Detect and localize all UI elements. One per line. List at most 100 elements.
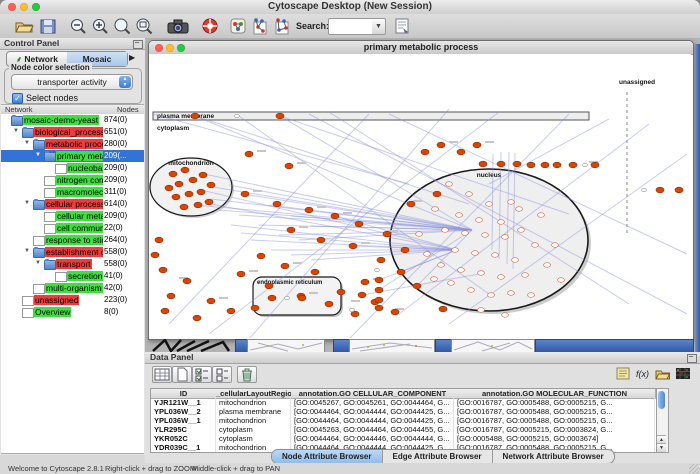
network-node-outline[interactable] xyxy=(432,207,439,212)
table-scrollbar[interactable]: ▲ ▼ xyxy=(656,388,669,453)
float-panel-icon[interactable] xyxy=(133,40,143,49)
network-node[interactable] xyxy=(377,257,385,263)
network-node-outline[interactable] xyxy=(532,243,539,248)
network-node-outline[interactable] xyxy=(424,252,431,257)
network-node-outline[interactable] xyxy=(498,220,505,225)
snapshot-camera-icon[interactable] xyxy=(166,17,190,35)
network-node[interactable] xyxy=(325,301,333,307)
network-node-outline[interactable] xyxy=(462,231,469,236)
network-node[interactable] xyxy=(207,298,215,304)
table-cell[interactable]: [GO:0016787, GO:0005488, GO:0005215, G..… xyxy=(454,407,655,416)
expander-icon[interactable]: ▼ xyxy=(24,140,30,146)
attribute-matrix-icon[interactable] xyxy=(675,367,691,380)
tree-row[interactable]: multi-organism pro42(0) xyxy=(1,282,144,294)
network-node-outline[interactable] xyxy=(448,281,455,286)
network-node[interactable] xyxy=(281,263,289,269)
table-cell[interactable]: [GO:0016787, GO:0005215, GO:0003824, G..… xyxy=(454,425,655,434)
network-node[interactable] xyxy=(351,311,359,317)
network-node-outline[interactable] xyxy=(522,273,529,278)
table-cell[interactable]: YLR295C xyxy=(151,425,216,434)
network-node[interactable] xyxy=(437,142,445,148)
network-node[interactable] xyxy=(207,182,215,188)
background-window-edge[interactable] xyxy=(695,44,700,352)
network-node[interactable] xyxy=(193,315,201,321)
tree-row[interactable]: cellular metabo209(0) xyxy=(1,210,144,222)
network-node-outline[interactable] xyxy=(502,235,509,240)
network-node[interactable] xyxy=(298,295,306,301)
network-node-outline[interactable] xyxy=(452,248,459,253)
select-attributes-icon[interactable] xyxy=(192,366,212,383)
network-node-outline[interactable] xyxy=(456,213,463,218)
network-node[interactable] xyxy=(397,269,405,275)
network-node[interactable] xyxy=(181,167,189,173)
network-node[interactable] xyxy=(273,201,281,207)
network-node[interactable] xyxy=(237,271,245,277)
network-node[interactable] xyxy=(227,308,235,314)
network-node-outline[interactable] xyxy=(488,293,495,298)
expander-icon[interactable]: ▼ xyxy=(35,152,41,158)
tree-row[interactable]: response to stimulu264(0) xyxy=(1,234,144,246)
table-cell[interactable]: [GO:0045267, GO:0045261, GO:0044464, G..… xyxy=(291,398,454,407)
network-node[interactable] xyxy=(497,161,505,167)
tree-row[interactable]: ▼establishment of lo558(0) xyxy=(1,246,144,258)
network-node[interactable] xyxy=(185,191,193,197)
table-cell[interactable]: [GO:0044464, GO:0044444, GO:0044425, G..… xyxy=(291,407,454,416)
network-node-outline[interactable] xyxy=(486,202,493,207)
network-node[interactable] xyxy=(553,162,561,168)
network-node[interactable] xyxy=(205,199,213,205)
network-node[interactable] xyxy=(257,253,265,259)
network-node-outline[interactable] xyxy=(476,218,483,223)
search-dropdown-arrow[interactable]: ▼ xyxy=(372,18,386,35)
resize-grip[interactable] xyxy=(689,464,699,474)
delete-attribute-icon[interactable] xyxy=(237,366,257,383)
network-node-outline[interactable] xyxy=(472,251,479,256)
network-node-tiny[interactable] xyxy=(350,308,355,311)
network-node-tiny[interactable] xyxy=(235,114,240,117)
node-color-dropdown[interactable]: transporter activity ▲▼ xyxy=(11,74,133,90)
network-node-outline[interactable] xyxy=(558,278,565,283)
table-cell[interactable]: [GO:0005488, GO:0005215, GO:0003674] xyxy=(454,434,655,443)
network-node-outline[interactable] xyxy=(544,263,551,268)
network-node-outline[interactable] xyxy=(516,207,523,212)
network-node[interactable] xyxy=(245,151,253,157)
network-window[interactable]: primary metabolic process plasma membran… xyxy=(148,40,694,340)
table-cell[interactable]: plasma membrane xyxy=(216,407,291,416)
save-icon[interactable] xyxy=(38,17,58,35)
network-node[interactable] xyxy=(541,162,549,168)
network-node[interactable] xyxy=(155,237,163,243)
open-icon[interactable] xyxy=(14,17,34,35)
network-node[interactable] xyxy=(276,113,284,119)
network-node[interactable] xyxy=(159,267,167,273)
network-node[interactable] xyxy=(251,305,259,311)
network-node[interactable] xyxy=(169,171,177,177)
network-node[interactable] xyxy=(331,213,339,219)
network-node[interactable] xyxy=(180,204,188,210)
network-node[interactable] xyxy=(407,201,415,207)
network-node-outline[interactable] xyxy=(478,308,485,313)
network-node[interactable] xyxy=(513,161,521,167)
table-cell[interactable]: YJR121W__1 xyxy=(151,398,216,407)
network-node[interactable] xyxy=(361,279,369,285)
network-node[interactable] xyxy=(656,187,664,193)
network-node[interactable] xyxy=(305,207,313,213)
tree-row[interactable]: nucleobase-209(0) xyxy=(1,162,144,174)
network-node[interactable] xyxy=(527,162,535,168)
network-node[interactable] xyxy=(421,149,429,155)
network-node-outline[interactable] xyxy=(552,243,559,248)
network-node[interactable] xyxy=(189,177,197,183)
plasma-membrane-region[interactable] xyxy=(153,112,589,120)
data-panel-float-icon[interactable] xyxy=(687,354,697,363)
network-node[interactable] xyxy=(375,287,383,293)
network-node-outline[interactable] xyxy=(518,228,525,233)
tree-row[interactable]: nitrogen compo209(0) xyxy=(1,174,144,186)
network-node[interactable] xyxy=(194,202,202,208)
network-node[interactable] xyxy=(285,163,293,169)
network-node[interactable] xyxy=(183,278,191,284)
layout-network-a-icon[interactable] xyxy=(250,17,270,35)
layout-network-b-icon[interactable] xyxy=(272,17,292,35)
network-node[interactable] xyxy=(175,181,183,187)
network-node[interactable] xyxy=(479,161,487,167)
table-cell[interactable]: [GO:0044464, GO:0044444, GO:0044425, G..… xyxy=(291,416,454,425)
zoom-fit-icon[interactable] xyxy=(112,17,132,35)
import-attributes-icon[interactable] xyxy=(655,367,671,380)
